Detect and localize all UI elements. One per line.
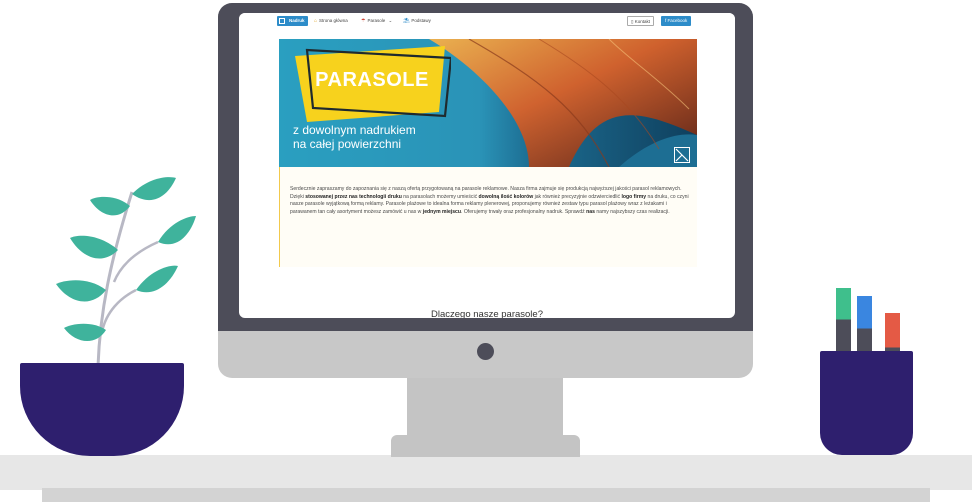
facebook-button-label: Facebook (667, 18, 688, 23)
text-run: na parasolach możemy umieścić (401, 193, 479, 200)
text-run: jak również precyzyjnie odzwierciedlić (533, 193, 622, 200)
website-screen: Nadruk ⌂ Strona główna ☂ Parasole ⌄ ⛱ Podst… (239, 13, 735, 318)
text-run-bold: dowolną ilość kolorów (478, 193, 534, 200)
nav-item-home-label: Strona główna (319, 18, 348, 23)
leaf-4 (70, 235, 118, 259)
marker-red (885, 313, 900, 354)
desk-edge (42, 488, 930, 502)
intro-paragraph-2: Dzięki stosowanej przez nas technologii … (290, 194, 689, 217)
facebook-button[interactable]: f Facebook (661, 16, 692, 26)
marker-green (836, 288, 851, 354)
hero-subtitle-line2: na całej powierzchni (293, 137, 402, 151)
hero-badge-title: PARASOLE (315, 69, 429, 91)
nav-item-parasole[interactable]: ☂ Parasole ⌄ (361, 17, 392, 25)
plant-illustration (56, 177, 196, 367)
hero-subtitle-line1: z dowolnym nadrukiem (293, 123, 416, 137)
text-run-bold: jednym miejscu (422, 208, 461, 215)
nav-item-parasole-label: Parasole (367, 18, 386, 23)
text-run-bold: stosowanej przez nas technologii druku (305, 193, 402, 200)
kontakt-button[interactable]: ▯ Kontakt (627, 16, 655, 26)
brand-logo-icon (674, 147, 690, 163)
leaf-6 (56, 280, 106, 302)
desk-surface (0, 455, 972, 490)
phone-icon: ▯ (631, 19, 634, 24)
text-run: namy najszybszy czas realizacji. (594, 208, 670, 215)
power-button (477, 343, 494, 360)
pen-cup (820, 351, 913, 455)
hero-subtitle: z dowolnym nadrukiem na całej powierzchn… (293, 123, 493, 151)
text-run: Dzięki (290, 193, 306, 200)
leaf-3 (158, 216, 196, 245)
nav-item-home[interactable]: ⌂ Strona główna (314, 17, 348, 25)
intro-section: Serdecznie zapraszamy do zapoznania się … (279, 167, 697, 267)
deckchair-icon: ⛱ (403, 18, 410, 24)
text-run-bold: nas (586, 208, 595, 215)
leaf-1 (132, 177, 176, 201)
home-icon: ⌂ (314, 18, 318, 24)
nav-item-podstawy[interactable]: ⛱ Podstawy (403, 17, 431, 25)
umbrella-icon: ☂ (361, 18, 366, 24)
section-heading-why: Dlaczego nasze parasole? (431, 309, 543, 318)
leaf-2 (90, 196, 130, 216)
intro-paragraph-1: Serdecznie zapraszamy do zapoznania się … (290, 186, 682, 192)
kontakt-button-label: Kontakt (634, 19, 651, 24)
text-run-bold: logo firmy (621, 193, 647, 200)
facebook-icon: f (665, 18, 667, 23)
hero-banner: PARASOLE z dowolnym nadrukiem na całej p… (279, 39, 697, 167)
monitor-stand-base (391, 435, 580, 457)
text-run: . Oferujemy trwały oraz profesjonalny na… (461, 208, 587, 215)
site-navbar: Nadruk ⌂ Strona główna ☂ Parasole ⌄ ⛱ Podst… (239, 13, 735, 29)
site-logo-label: Nadruk (289, 18, 305, 23)
marker-blue (857, 296, 872, 354)
plant-pot (20, 363, 184, 456)
nav-item-podstawy-label: Podstawy (411, 18, 431, 23)
monitor-stand-neck (407, 376, 563, 438)
chevron-down-icon: ⌄ (388, 18, 393, 23)
monitor: Nadruk ⌂ Strona główna ☂ Parasole ⌄ ⛱ Podst… (218, 3, 753, 378)
logo-icon (279, 18, 285, 24)
leaf-5 (136, 265, 178, 293)
site-logo[interactable]: Nadruk (277, 16, 308, 26)
